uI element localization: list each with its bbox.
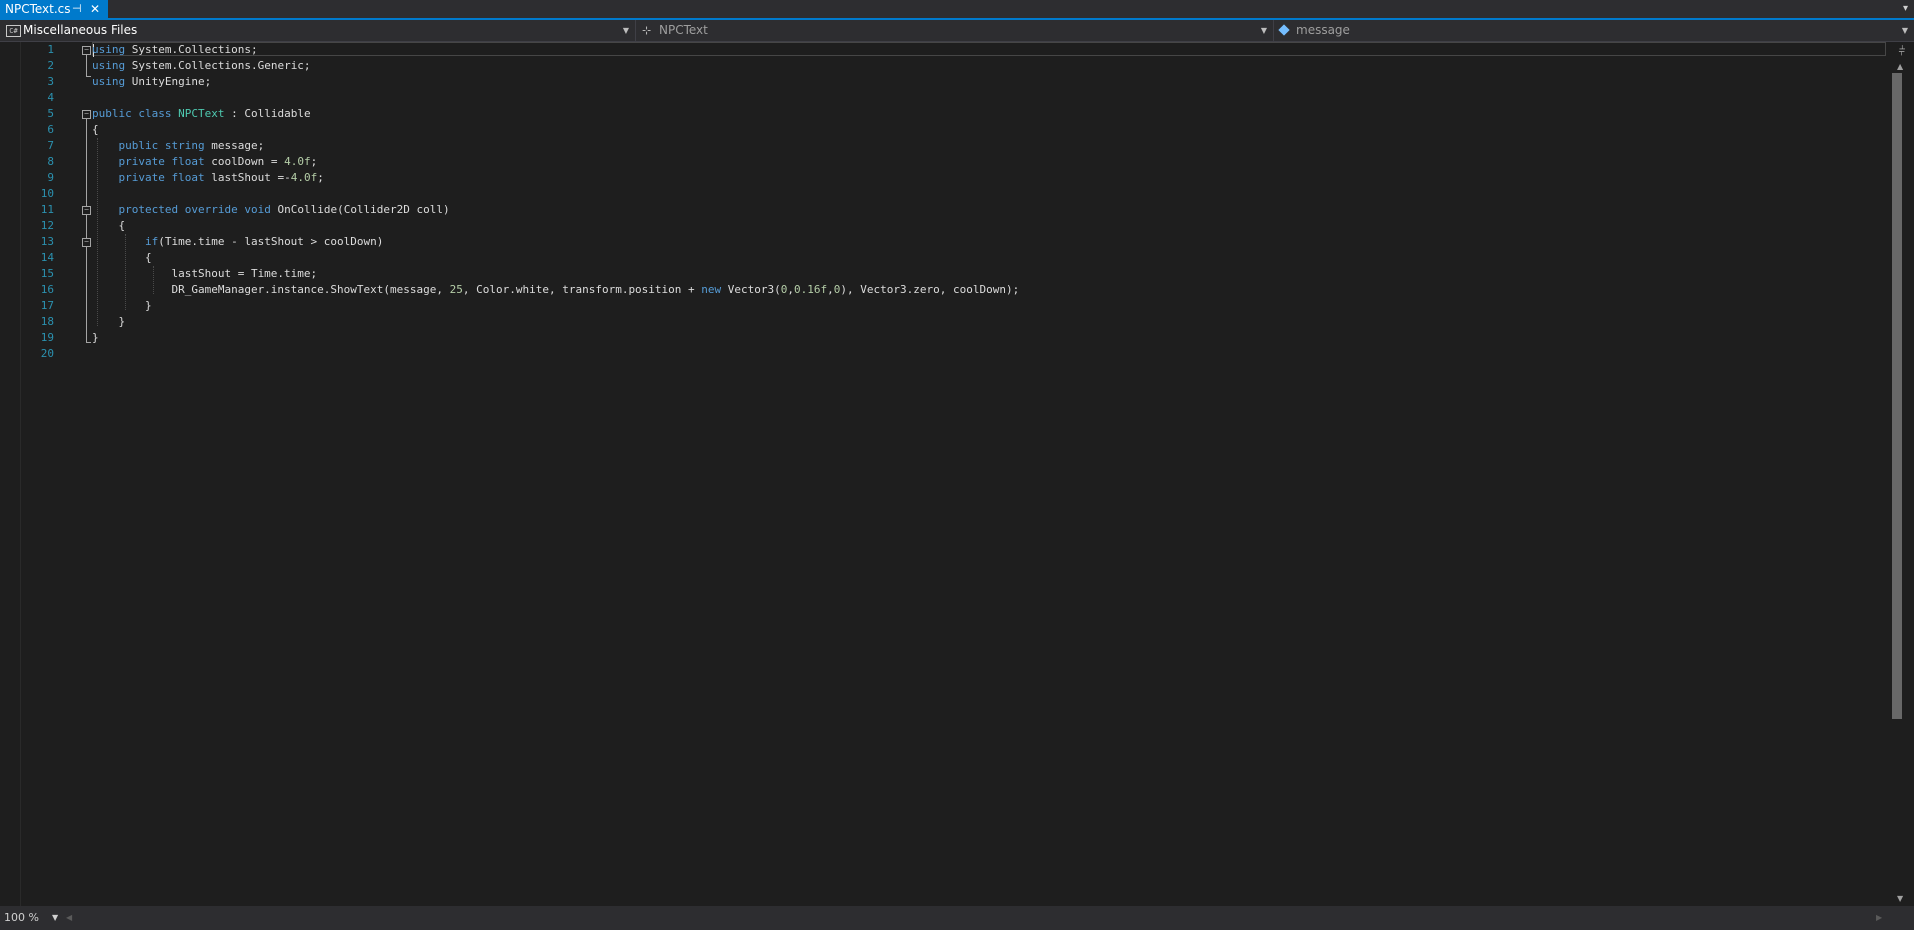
type-name: NPCText bbox=[659, 23, 708, 37]
close-icon[interactable]: ✕ bbox=[90, 0, 100, 18]
field-icon bbox=[1278, 24, 1290, 36]
project-dropdown[interactable]: C# Miscellaneous Files ▼ bbox=[0, 20, 636, 41]
line-numbers: 1 2 3 4 5 6 7 8 9 10 11 12 13 14 15 16 1… bbox=[20, 42, 54, 362]
code-line[interactable]: using System.Collections; bbox=[92, 42, 1882, 58]
line-number: 2 bbox=[47, 59, 54, 72]
code-line[interactable]: using UnityEngine; bbox=[92, 74, 1882, 90]
outline-bracket bbox=[86, 55, 87, 76]
code-line[interactable]: lastShout = Time.time; bbox=[92, 266, 1882, 282]
line-number: 13 bbox=[40, 235, 54, 248]
csharp-project-icon: C# bbox=[6, 25, 21, 37]
chevron-down-icon: ▼ bbox=[1901, 26, 1908, 35]
outline-bracket bbox=[86, 119, 87, 342]
class-icon: ⊹ bbox=[642, 24, 652, 37]
line-number: 18 bbox=[40, 315, 54, 328]
scroll-up-arrow-icon[interactable]: ▲ bbox=[1897, 62, 1903, 71]
line-number: 3 bbox=[47, 75, 54, 88]
outline-bracket-end bbox=[86, 342, 91, 343]
collapse-icon[interactable]: − bbox=[82, 110, 91, 119]
document-tab-strip: NPCText.cs ⊣ ✕ ▾ bbox=[0, 0, 1914, 20]
code-editor[interactable]: 1 2 3 4 5 6 7 8 9 10 11 12 13 14 15 16 1… bbox=[0, 42, 1914, 906]
code-line[interactable]: protected override void OnCollide(Collid… bbox=[92, 202, 1882, 218]
collapse-icon[interactable]: − bbox=[82, 206, 91, 215]
line-number: 12 bbox=[40, 219, 54, 232]
line-number: 19 bbox=[40, 331, 54, 344]
project-name: Miscellaneous Files bbox=[23, 23, 138, 37]
line-number: 8 bbox=[47, 155, 54, 168]
editor-bottom-bar: 100 % ▼ ◀ ▶ bbox=[0, 906, 1914, 930]
code-line[interactable]: public class NPCText : Collidable bbox=[92, 106, 1882, 122]
code-line[interactable]: } bbox=[92, 298, 1882, 314]
scroll-left-arrow-icon[interactable]: ◀ bbox=[66, 910, 72, 926]
code-text[interactable]: using System.Collections; using System.Co… bbox=[92, 42, 1882, 362]
scroll-right-arrow-icon[interactable]: ▶ bbox=[1876, 910, 1882, 926]
tab-npctext[interactable]: NPCText.cs ⊣ ✕ bbox=[0, 0, 108, 18]
zoom-dropdown-icon[interactable]: ▼ bbox=[52, 910, 58, 926]
code-line[interactable]: DR_GameManager.instance.ShowText(message… bbox=[92, 282, 1882, 298]
code-line[interactable]: public string message; bbox=[92, 138, 1882, 154]
line-number: 1 bbox=[47, 43, 54, 56]
code-line[interactable] bbox=[92, 346, 1882, 362]
glyph-margin bbox=[0, 42, 21, 906]
code-line[interactable] bbox=[92, 90, 1882, 106]
vertical-scrollbar[interactable]: ⫩ ▲ ▼ bbox=[1888, 42, 1914, 906]
member-dropdown[interactable]: message ▼ bbox=[1274, 20, 1914, 41]
code-line[interactable]: using System.Collections.Generic; bbox=[92, 58, 1882, 74]
line-number: 5 bbox=[47, 107, 54, 120]
line-number: 20 bbox=[40, 347, 54, 360]
line-number: 15 bbox=[40, 267, 54, 280]
scrollbar-thumb[interactable] bbox=[1892, 73, 1902, 719]
chevron-down-icon: ▼ bbox=[1260, 26, 1267, 35]
code-line[interactable]: private float lastShout =-4.0f; bbox=[92, 170, 1882, 186]
line-number: 4 bbox=[47, 91, 54, 104]
line-number: 14 bbox=[40, 251, 54, 264]
scroll-down-arrow-icon[interactable]: ▼ bbox=[1897, 894, 1903, 903]
code-line[interactable]: } bbox=[92, 330, 1882, 346]
line-number: 9 bbox=[47, 171, 54, 184]
line-number: 17 bbox=[40, 299, 54, 312]
pin-icon[interactable]: ⊣ bbox=[72, 0, 82, 18]
tab-overflow-chevron-icon[interactable]: ▾ bbox=[1903, 0, 1908, 18]
zoom-level[interactable]: 100 % bbox=[4, 910, 39, 926]
line-number: 7 bbox=[47, 139, 54, 152]
code-line[interactable]: { bbox=[92, 218, 1882, 234]
code-line[interactable]: { bbox=[92, 250, 1882, 266]
tab-label: NPCText.cs bbox=[5, 2, 71, 16]
outlining-margin: − − − − bbox=[80, 42, 92, 906]
code-line[interactable]: } bbox=[92, 314, 1882, 330]
collapse-icon[interactable]: − bbox=[82, 46, 91, 55]
split-window-icon[interactable]: ⫩ bbox=[1895, 44, 1909, 58]
type-dropdown[interactable]: ⊹ NPCText ▼ bbox=[636, 20, 1274, 41]
outline-bracket-end bbox=[86, 76, 91, 77]
line-number: 6 bbox=[47, 123, 54, 136]
chevron-down-icon: ▼ bbox=[622, 26, 629, 35]
code-line[interactable]: { bbox=[92, 122, 1882, 138]
code-line[interactable]: if(Time.time - lastShout > coolDown) bbox=[92, 234, 1882, 250]
collapse-icon[interactable]: − bbox=[82, 238, 91, 247]
navigation-bar: C# Miscellaneous Files ▼ ⊹ NPCText ▼ mes… bbox=[0, 20, 1914, 42]
line-number: 11 bbox=[40, 203, 54, 216]
code-line[interactable]: private float coolDown = 4.0f; bbox=[92, 154, 1882, 170]
line-number: 16 bbox=[40, 283, 54, 296]
code-line[interactable] bbox=[92, 186, 1882, 202]
member-name: message bbox=[1296, 23, 1350, 37]
line-number: 10 bbox=[40, 187, 54, 200]
